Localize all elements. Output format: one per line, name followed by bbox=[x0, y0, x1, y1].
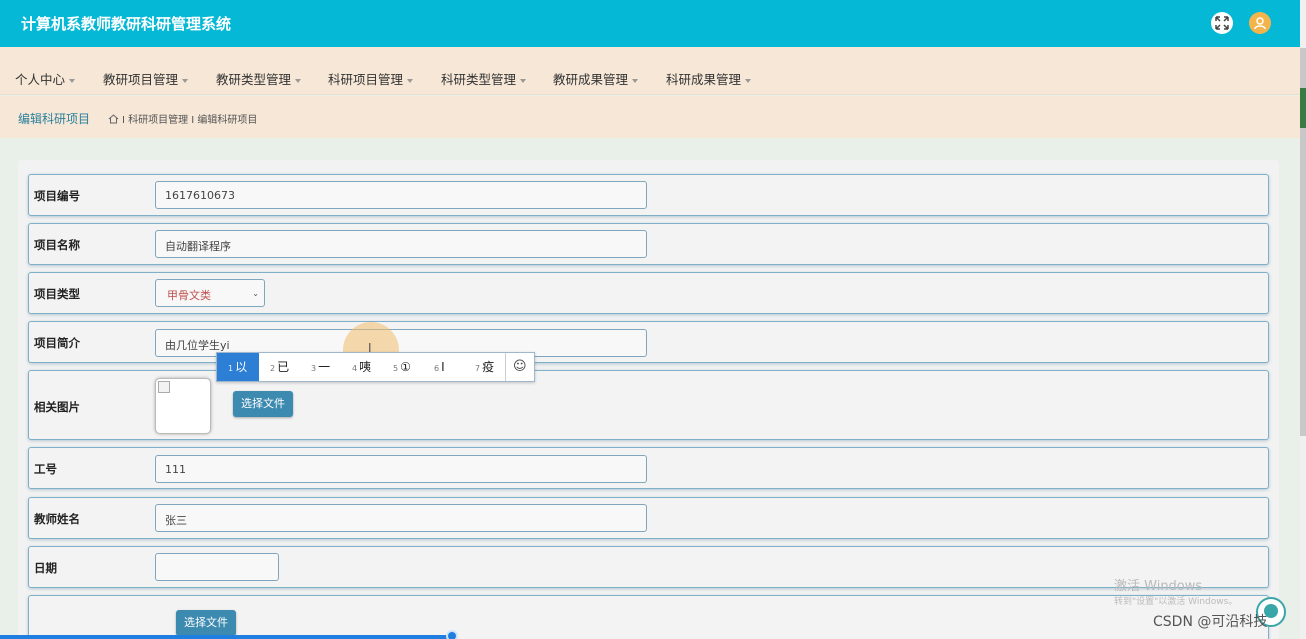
nav-item-teaching-projects[interactable]: 教研项目管理 bbox=[103, 69, 189, 88]
ime-divider bbox=[505, 353, 506, 381]
nav-label: 教研类型管理 bbox=[216, 72, 292, 87]
candidate-number: 3 bbox=[311, 364, 317, 373]
nav-label: 科研项目管理 bbox=[328, 72, 404, 87]
nav-label: 教研项目管理 bbox=[103, 72, 179, 87]
nav-item-teaching-types[interactable]: 教研类型管理 bbox=[216, 69, 302, 88]
candidate-text: ① bbox=[400, 360, 411, 374]
candidate-number: 6 bbox=[434, 364, 440, 373]
ime-candidate[interactable]: 4咦 bbox=[352, 353, 371, 381]
emoji-icon[interactable]: ☺ bbox=[513, 359, 527, 374]
ime-candidate[interactable]: 2已 bbox=[270, 353, 289, 381]
image-preview bbox=[155, 378, 211, 434]
chevron-down-icon bbox=[295, 78, 302, 83]
ime-candidate[interactable]: 1以 bbox=[217, 353, 259, 381]
video-progress-handle[interactable] bbox=[446, 630, 458, 639]
date-input[interactable] bbox=[155, 553, 279, 581]
form-row-job-no: 工号 111 bbox=[28, 447, 1269, 489]
project-name-label: 项目名称 bbox=[34, 238, 80, 252]
project-name-input[interactable]: 自动翻译程序 bbox=[155, 230, 647, 258]
teacher-name-input[interactable]: 张三 bbox=[155, 504, 647, 532]
form-row-teacher-name: 教师姓名 张三 bbox=[28, 497, 1269, 539]
broken-image-icon bbox=[158, 381, 170, 393]
project-type-label: 项目类型 bbox=[34, 287, 80, 301]
candidate-number: 4 bbox=[352, 364, 358, 373]
scrollbar-marker bbox=[1300, 88, 1306, 128]
app-title: 计算机系教师教研科研管理系统 bbox=[21, 15, 232, 33]
chevron-down-icon: ⌄ bbox=[252, 289, 259, 298]
candidate-number: 1 bbox=[228, 364, 234, 373]
form-row-image: 相关图片 选择文件 bbox=[28, 370, 1269, 440]
nav-item-research-projects[interactable]: 科研项目管理 bbox=[328, 69, 414, 88]
form-row-project-name: 项目名称 自动翻译程序 bbox=[28, 223, 1269, 265]
breadcrumb: I 科研项目管理 I 编辑科研项目 bbox=[108, 111, 257, 126]
candidate-text: Ⅰ bbox=[441, 360, 445, 374]
project-no-input[interactable]: 1617610673 bbox=[155, 181, 647, 209]
project-no-label: 项目编号 bbox=[34, 189, 80, 203]
choose-image-button[interactable]: 选择文件 bbox=[233, 391, 293, 417]
project-intro-label: 项目简介 bbox=[34, 336, 80, 350]
candidate-text: 已 bbox=[277, 360, 290, 374]
main-nav: 个人中心 教研项目管理 教研类型管理 科研项目管理 科研类型管理 教研成果管理 … bbox=[0, 47, 1300, 95]
chevron-down-icon bbox=[69, 78, 76, 83]
project-type-value: 甲骨文类 bbox=[167, 289, 211, 302]
image-label: 相关图片 bbox=[34, 400, 80, 414]
candidate-number: 2 bbox=[270, 364, 276, 373]
nav-item-teaching-results[interactable]: 教研成果管理 bbox=[553, 69, 639, 88]
job-no-input[interactable]: 111 bbox=[155, 455, 647, 483]
candidate-text: 疫 bbox=[482, 360, 495, 374]
nav-item-personal-center[interactable]: 个人中心 bbox=[15, 69, 76, 88]
fullscreen-icon[interactable] bbox=[1211, 12, 1233, 34]
ime-candidate[interactable]: 6Ⅰ bbox=[434, 353, 445, 381]
nav-label: 科研成果管理 bbox=[666, 72, 742, 87]
windows-activation-hint: 转到"设置"以激活 Windows。 bbox=[1114, 597, 1238, 607]
ime-candidate[interactable]: 7疫 bbox=[475, 353, 494, 381]
video-progress-bar[interactable] bbox=[0, 635, 452, 639]
chevron-down-icon bbox=[407, 78, 414, 83]
home-icon[interactable] bbox=[108, 114, 119, 124]
ime-candidate-bar: 1以 2已 3一 4咦 5① 6Ⅰ 7疫 ☺ bbox=[216, 352, 535, 382]
teacher-name-label: 教师姓名 bbox=[34, 512, 80, 526]
candidate-number: 7 bbox=[475, 364, 481, 373]
nav-item-research-results[interactable]: 科研成果管理 bbox=[666, 69, 752, 88]
windows-activation-watermark: 激活 Windows bbox=[1114, 579, 1203, 594]
job-no-label: 工号 bbox=[34, 462, 57, 476]
form-row-date: 日期 bbox=[28, 546, 1269, 588]
form-row-project-intro: 项目简介 由几位学生yi bbox=[28, 321, 1269, 363]
ime-candidate[interactable]: 3一 bbox=[311, 353, 330, 381]
page-title: 编辑科研项目 bbox=[18, 112, 91, 126]
candidate-text: 以 bbox=[235, 360, 248, 374]
form-row-file: 选择文件 bbox=[28, 595, 1269, 639]
csdn-watermark: CSDN @可沿科技 bbox=[1153, 614, 1268, 630]
form-row-project-no: 项目编号 1617610673 bbox=[28, 174, 1269, 216]
chevron-down-icon bbox=[520, 78, 527, 83]
chevron-down-icon bbox=[745, 78, 752, 83]
top-header-bar: 计算机系教师教研科研管理系统 bbox=[0, 0, 1300, 47]
date-label: 日期 bbox=[34, 561, 57, 575]
nav-label: 教研成果管理 bbox=[553, 72, 629, 87]
chevron-down-icon bbox=[632, 78, 639, 83]
nav-label: 个人中心 bbox=[15, 72, 66, 87]
nav-item-research-types[interactable]: 科研类型管理 bbox=[441, 69, 527, 88]
project-type-select[interactable]: 甲骨文类 ⌄ bbox=[155, 279, 265, 307]
candidate-text: 咦 bbox=[359, 360, 372, 374]
page-scrollbar[interactable] bbox=[1300, 0, 1306, 639]
candidate-number: 5 bbox=[393, 364, 399, 373]
user-avatar-icon[interactable] bbox=[1249, 12, 1271, 34]
candidate-text: 一 bbox=[318, 360, 331, 374]
breadcrumb-bar: 编辑科研项目 I 科研项目管理 I 编辑科研项目 bbox=[0, 96, 1300, 138]
choose-file-button[interactable]: 选择文件 bbox=[176, 610, 236, 636]
nav-label: 科研类型管理 bbox=[441, 72, 517, 87]
form-row-project-type: 项目类型 甲骨文类 ⌄ bbox=[28, 272, 1269, 314]
chevron-down-icon bbox=[182, 78, 189, 83]
ime-candidate[interactable]: 5① bbox=[393, 353, 411, 381]
breadcrumb-path: I 科研项目管理 I 编辑科研项目 bbox=[122, 115, 258, 126]
